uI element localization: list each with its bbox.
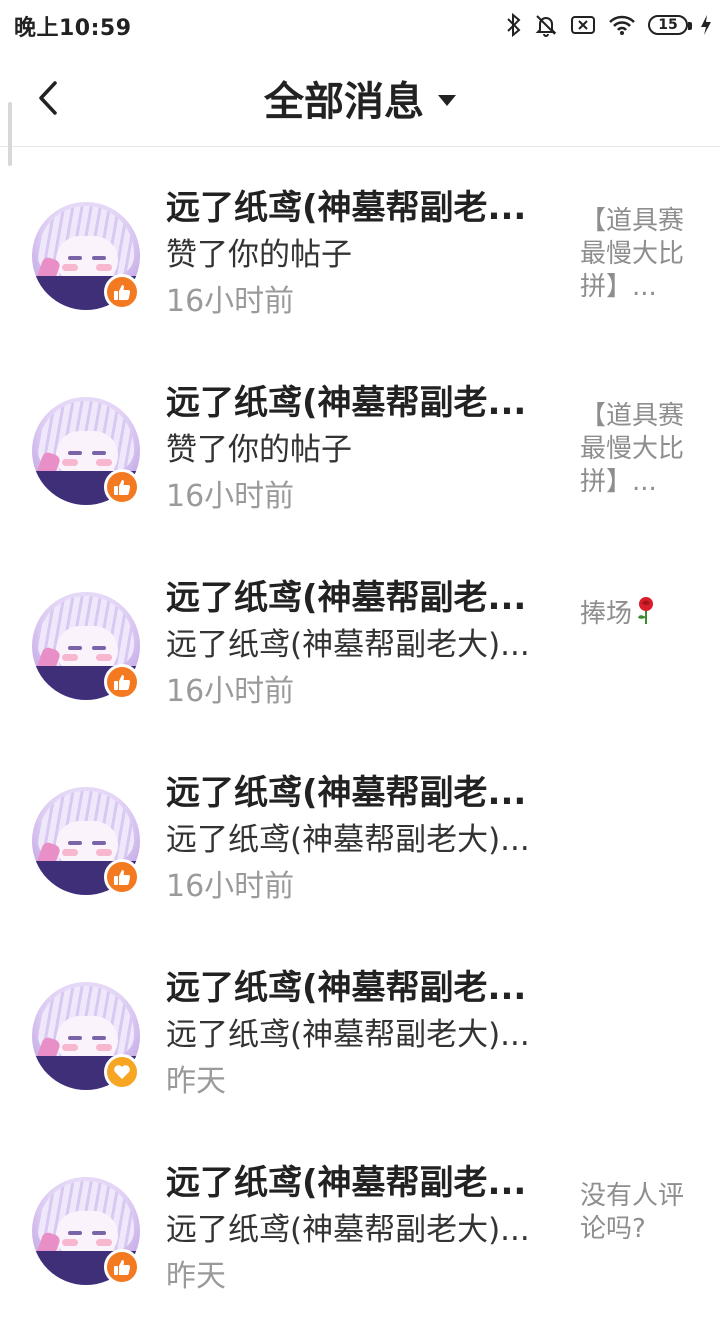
message-time: 16小时前 [166,869,295,904]
message-item[interactable]: 远了纸鸢(神墓帮副老... 远了纸鸢(神墓帮副老大)... 16小时前 捧场 [0,537,720,732]
post-preview[interactable]: 捧场 [580,595,700,634]
sender-name[interactable]: 远了纸鸢(神墓帮副老... [166,770,566,816]
avatar[interactable] [32,1177,140,1285]
sender-name[interactable]: 远了纸鸢(神墓帮副老... [166,575,566,621]
post-preview[interactable]: 没有人评论吗? [580,1180,700,1246]
sender-name[interactable]: 远了纸鸢(神墓帮副老... [166,1160,566,1206]
message-text: 远了纸鸢(神墓帮副老大)... [166,1017,530,1053]
message-content: 远了纸鸢(神墓帮副老... 赞了你的帖子 16小时前 [166,185,566,325]
avatar[interactable] [32,202,140,310]
avatar[interactable] [32,787,140,895]
post-preview-text: 捧场 [580,599,633,629]
message-time: 16小时前 [166,479,295,514]
thumbs-up-icon [104,859,140,895]
status-bar: 晚上10:59 15 [0,0,720,50]
message-time: 16小时前 [166,674,295,709]
sim-off-icon [570,14,596,36]
avatar[interactable] [32,592,140,700]
message-text: 赞了你的帖子 [166,432,352,468]
post-preview[interactable]: 【道具赛最慢大比拼】... [580,400,700,499]
thumbs-up-icon [104,664,140,700]
top-bar: 全部消息 [0,50,720,166]
wifi-icon [608,14,636,36]
avatar[interactable] [32,397,140,505]
status-icons: 15 [506,10,712,40]
message-item[interactable]: 远了纸鸢(神墓帮副老... 远了纸鸢(神墓帮副老大)... 16小时前 [0,732,720,927]
message-text: 远了纸鸢(神墓帮副老大)... [166,627,530,663]
post-preview[interactable]: 【道具赛最慢大比拼】... [580,205,700,304]
rose-icon [634,595,658,634]
message-content: 远了纸鸢(神墓帮副老... 远了纸鸢(神墓帮副老大)... 昨天 [166,965,566,1105]
message-item[interactable]: 远了纸鸢(神墓帮副老... 远了纸鸢(神墓帮副老大)... 昨天 没有人评论吗? [0,1122,720,1317]
avatar[interactable] [32,982,140,1090]
battery-level: 15 [658,17,678,33]
message-item[interactable]: 远了纸鸢(神墓帮副老... 赞了你的帖子 16小时前 【道具赛最慢大比拼】... [0,147,720,342]
sender-name[interactable]: 远了纸鸢(神墓帮副老... [166,185,566,231]
message-time: 昨天 [166,1259,226,1294]
message-content: 远了纸鸢(神墓帮副老... 远了纸鸢(神墓帮副老大)... 昨天 [166,1160,566,1300]
message-text: 远了纸鸢(神墓帮副老大)... [166,822,530,858]
message-content: 远了纸鸢(神墓帮副老... 远了纸鸢(神墓帮副老大)... 16小时前 [166,770,566,910]
message-time: 昨天 [166,1064,226,1099]
page-title: 全部消息 [264,79,424,125]
bluetooth-icon [506,13,522,37]
post-preview-text: 没有人评论吗? [580,1181,685,1244]
thumbs-up-icon [104,469,140,505]
message-item[interactable]: 远了纸鸢(神墓帮副老... 远了纸鸢(神墓帮副老大)... 昨天 [0,927,720,1122]
message-content: 远了纸鸢(神墓帮副老... 赞了你的帖子 16小时前 [166,380,566,520]
post-preview-text: 【道具赛最慢大比拼】... [580,206,685,302]
thumbs-up-icon [104,274,140,310]
status-time: 晚上10:59 [14,16,132,41]
message-text: 赞了你的帖子 [166,237,352,273]
message-time: 16小时前 [166,284,295,319]
message-content: 远了纸鸢(神墓帮副老... 远了纸鸢(神墓帮副老大)... 16小时前 [166,575,566,715]
title-dropdown[interactable]: 全部消息 [0,68,720,128]
sender-name[interactable]: 远了纸鸢(神墓帮副老... [166,965,566,1011]
caret-down-icon [438,94,456,106]
message-text: 远了纸鸢(神墓帮副老大)... [166,1212,530,1248]
mute-bell-icon [534,13,558,37]
message-list: 远了纸鸢(神墓帮副老... 赞了你的帖子 16小时前 【道具赛最慢大比拼】... 远了… [0,147,720,1317]
post-preview-text: 【道具赛最慢大比拼】... [580,401,685,497]
message-item[interactable]: 远了纸鸢(神墓帮副老... 赞了你的帖子 16小时前 【道具赛最慢大比拼】... [0,342,720,537]
heart-icon [104,1054,140,1090]
charging-bolt-icon [700,14,712,36]
battery-icon: 15 [648,15,692,35]
sender-name[interactable]: 远了纸鸢(神墓帮副老... [166,380,566,426]
